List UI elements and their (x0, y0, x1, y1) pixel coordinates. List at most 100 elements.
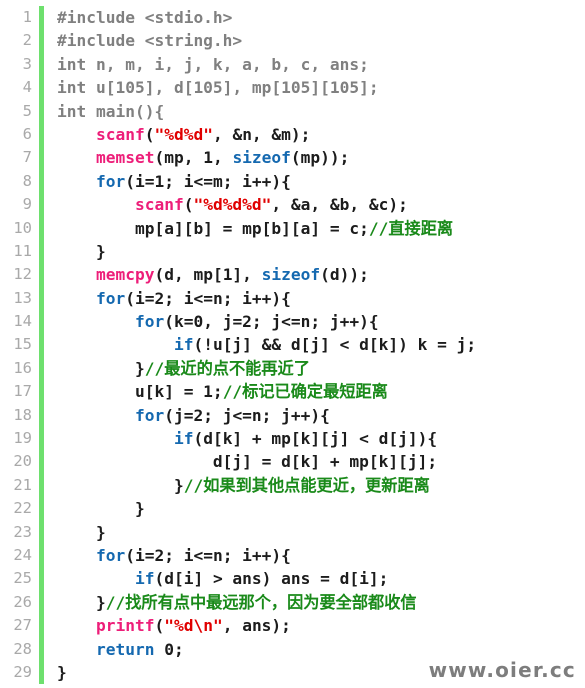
line-number: 23 (13, 522, 32, 541)
code-line[interactable]: 14 for(k=0, j=2; j<=n; j++){ (0, 310, 585, 334)
code-token: //直接距离 (368, 218, 454, 238)
code-line-text[interactable]: if(d[i] > ans) ans = d[i]; (44, 567, 388, 590)
code-line-text[interactable]: } (44, 521, 106, 544)
line-number: 29 (13, 662, 32, 681)
code-token: int main(){ (57, 101, 165, 121)
code-line[interactable]: 21 }//如果到其他点能更近，更新距离 (0, 473, 585, 498)
line-number: 25 (13, 569, 32, 588)
code-line[interactable]: 7 memset(mp, 1, sizeof(mp)); (0, 146, 585, 170)
code-line-list: 1 #include <stdio.h> 2 #include <string.h> 3… (0, 6, 585, 685)
code-token: int u[105], d[105], mp[105][105]; (57, 78, 379, 98)
code-line-text[interactable]: int n, m, i, j, k, a, b, c, ans; (44, 53, 369, 76)
code-line[interactable]: 17 u[k] = 1;//标记已确定最短距离 (0, 380, 585, 404)
code-line-text[interactable]: int main(){ (44, 100, 164, 123)
code-line[interactable]: 3 int n, m, i, j, k, a, b, c, ans; (0, 52, 585, 77)
code-token: "%d\n" (164, 616, 223, 636)
code-token: d[j] = d[k] + mp[k][j]; (57, 452, 438, 472)
code-line-text[interactable]: u[k] = 1;//标记已确定最短距离 (44, 380, 388, 403)
line-number: 28 (13, 639, 32, 658)
code-token: //标记已确定最短距离 (222, 382, 388, 402)
code-line[interactable]: 8 for(i=1; i<=m; i++){ (0, 169, 585, 194)
code-line-text[interactable]: #include <string.h> (44, 29, 242, 52)
code-token: for (95, 171, 126, 191)
code-line-text[interactable]: int u[105], d[105], mp[105][105]; (44, 76, 379, 99)
code-token: (i=2; i<=n; i++){ (125, 288, 291, 308)
code-token: (i=2; i<=n; i++){ (125, 545, 291, 565)
code-token: } (57, 475, 184, 495)
code-line-text[interactable]: }//找所有点中最远那个，因为要全部都收信 (44, 591, 417, 614)
code-line[interactable]: 2 #include <string.h> (0, 29, 585, 53)
code-token: for (95, 545, 126, 565)
code-line-text[interactable]: return 0; (44, 638, 184, 661)
code-line-text[interactable]: scanf("%d%d%d", &a, &b, &c); (44, 193, 408, 216)
code-line[interactable]: 25 if(d[i] > ans) ans = d[i]; (0, 567, 585, 591)
code-line-text[interactable]: } (44, 497, 145, 520)
code-token: } (57, 592, 106, 612)
code-token: (k=0, j=2; j<=n; j++){ (164, 312, 379, 332)
code-line-text[interactable]: printf("%d\n", ans); (44, 614, 291, 637)
code-line[interactable]: 9 scanf("%d%d%d", &a, &b, &c); (0, 193, 585, 217)
code-line[interactable]: 24 for(i=2; i<=n; i++){ (0, 543, 585, 568)
code-line-text[interactable]: mp[a][b] = mp[b][a] = c;//直接距离 (44, 217, 453, 240)
line-number: 27 (13, 616, 32, 635)
code-line[interactable]: 23 } (0, 520, 585, 544)
code-token: ( (144, 124, 155, 144)
code-token: memcpy (95, 265, 155, 285)
code-token: (d[k] + mp[k][j] < d[j]){ (193, 429, 438, 449)
code-line-text[interactable]: memset(mp, 1, sizeof(mp)); (44, 146, 349, 169)
code-line[interactable]: 11 } (0, 239, 585, 264)
code-line-text[interactable]: scanf("%d%d", &n, &m); (44, 123, 310, 146)
line-number: 6 (22, 124, 32, 143)
code-line[interactable]: 12 memcpy(d, mp[1], sizeof(d)); (0, 263, 585, 287)
code-line-text[interactable]: if(!u[j] && d[j] < d[k]) k = j; (44, 333, 476, 356)
code-line[interactable]: 6 scanf("%d%d", &n, &m); (0, 122, 585, 147)
line-number: 11 (13, 241, 32, 260)
code-token: //最近的点不能再近了 (144, 358, 310, 378)
code-token: (j=2; j<=n; j++){ (164, 405, 330, 425)
code-viewer[interactable]: 1 #include <stdio.h> 2 #include <string.h> 3… (0, 0, 585, 688)
code-token: (d, mp[1], (154, 265, 262, 285)
code-line-text[interactable]: } (44, 240, 106, 263)
code-line[interactable]: 5 int main(){ (0, 99, 585, 123)
code-line-text[interactable]: } (44, 661, 67, 684)
site-watermark: www.oier.cc (428, 658, 576, 682)
code-token: #include <string.h> (57, 31, 243, 51)
line-number: 13 (13, 288, 32, 307)
code-line[interactable]: 15 if(!u[j] && d[j] < d[k]) k = j; (0, 333, 585, 357)
code-line[interactable]: 13 for(i=2; i<=n; i++){ (0, 286, 585, 311)
code-line-text[interactable]: #include <stdio.h> (44, 6, 232, 29)
code-token: //如果到其他点能更近，更新距离 (183, 475, 430, 495)
code-line-text[interactable]: memcpy(d, mp[1], sizeof(d)); (44, 263, 369, 286)
code-line[interactable]: 1 #include <stdio.h> (0, 6, 585, 30)
code-line-text[interactable]: d[j] = d[k] + mp[k][j]; (44, 450, 437, 473)
code-line[interactable]: 22 } (0, 497, 585, 521)
code-line[interactable]: 4 int u[105], d[105], mp[105][105]; (0, 76, 585, 100)
code-token: sizeof (232, 148, 291, 168)
code-line[interactable]: 19 if(d[k] + mp[k][j] < d[j]){ (0, 427, 585, 451)
code-line-text[interactable]: for(j=2; j<=n; j++){ (44, 404, 330, 427)
code-line[interactable]: 20 d[j] = d[k] + mp[k][j]; (0, 450, 585, 474)
code-token: ( (183, 195, 194, 215)
code-line-text[interactable]: if(d[k] + mp[k][j] < d[j]){ (44, 427, 437, 450)
code-line[interactable]: 27 printf("%d\n", ans); (0, 614, 585, 638)
code-line-text[interactable]: for(i=1; i<=m; i++){ (44, 170, 291, 193)
code-line-text[interactable]: for(k=0, j=2; j<=n; j++){ (44, 310, 379, 333)
code-line-text[interactable]: }//最近的点不能再近了 (44, 357, 310, 380)
code-line[interactable]: 16 }//最近的点不能再近了 (0, 356, 585, 381)
code-token: (d[i] > ans) ans = d[i]; (154, 569, 389, 589)
line-number: 10 (13, 218, 32, 237)
code-token: return (95, 639, 155, 659)
code-token: (!u[j] && d[j] < d[k]) k = j; (193, 335, 477, 355)
code-line-text[interactable]: }//如果到其他点能更近，更新距离 (44, 474, 430, 497)
code-line-text[interactable]: for(i=2; i<=n; i++){ (44, 287, 291, 310)
code-token: printf (95, 616, 155, 636)
code-line[interactable]: 10 mp[a][b] = mp[b][a] = c;//直接距离 (0, 216, 585, 240)
code-line[interactable]: 18 for(j=2; j<=n; j++){ (0, 403, 585, 428)
code-line-text[interactable]: for(i=2; i<=n; i++){ (44, 544, 291, 567)
code-line[interactable]: 26 }//找所有点中最远那个，因为要全部都收信 (0, 590, 585, 615)
